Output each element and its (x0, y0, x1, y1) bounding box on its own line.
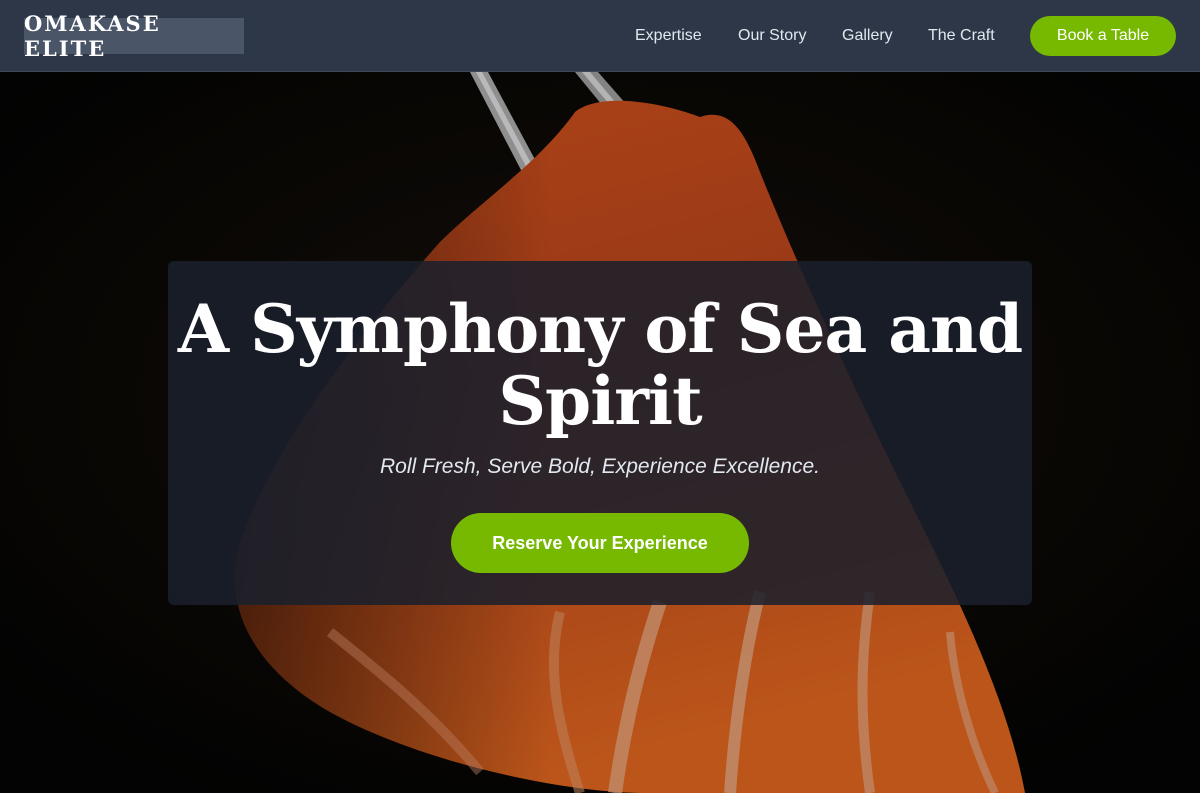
book-table-button[interactable]: Book a Table (1030, 16, 1176, 56)
nav-link-our-story[interactable]: Our Story (738, 25, 806, 47)
hero-card: A Symphony of Sea and Spirit Roll Fresh,… (168, 261, 1032, 605)
page-bottom-edge (0, 793, 1200, 800)
brand-logo[interactable]: OMAKASE ELITE (24, 11, 244, 61)
nav-link-the-craft[interactable]: The Craft (928, 25, 995, 47)
hero-subtitle: Roll Fresh, Serve Bold, Experience Excel… (379, 455, 821, 478)
reserve-experience-button[interactable]: Reserve Your Experience (451, 513, 749, 573)
nav-link-expertise[interactable]: Expertise (635, 25, 702, 47)
nav-link-gallery[interactable]: Gallery (842, 25, 893, 47)
hero-title: A Symphony of Sea and Spirit (177, 290, 1023, 440)
top-navbar: OMAKASE ELITE Expertise Our Story Galler… (0, 0, 1200, 72)
